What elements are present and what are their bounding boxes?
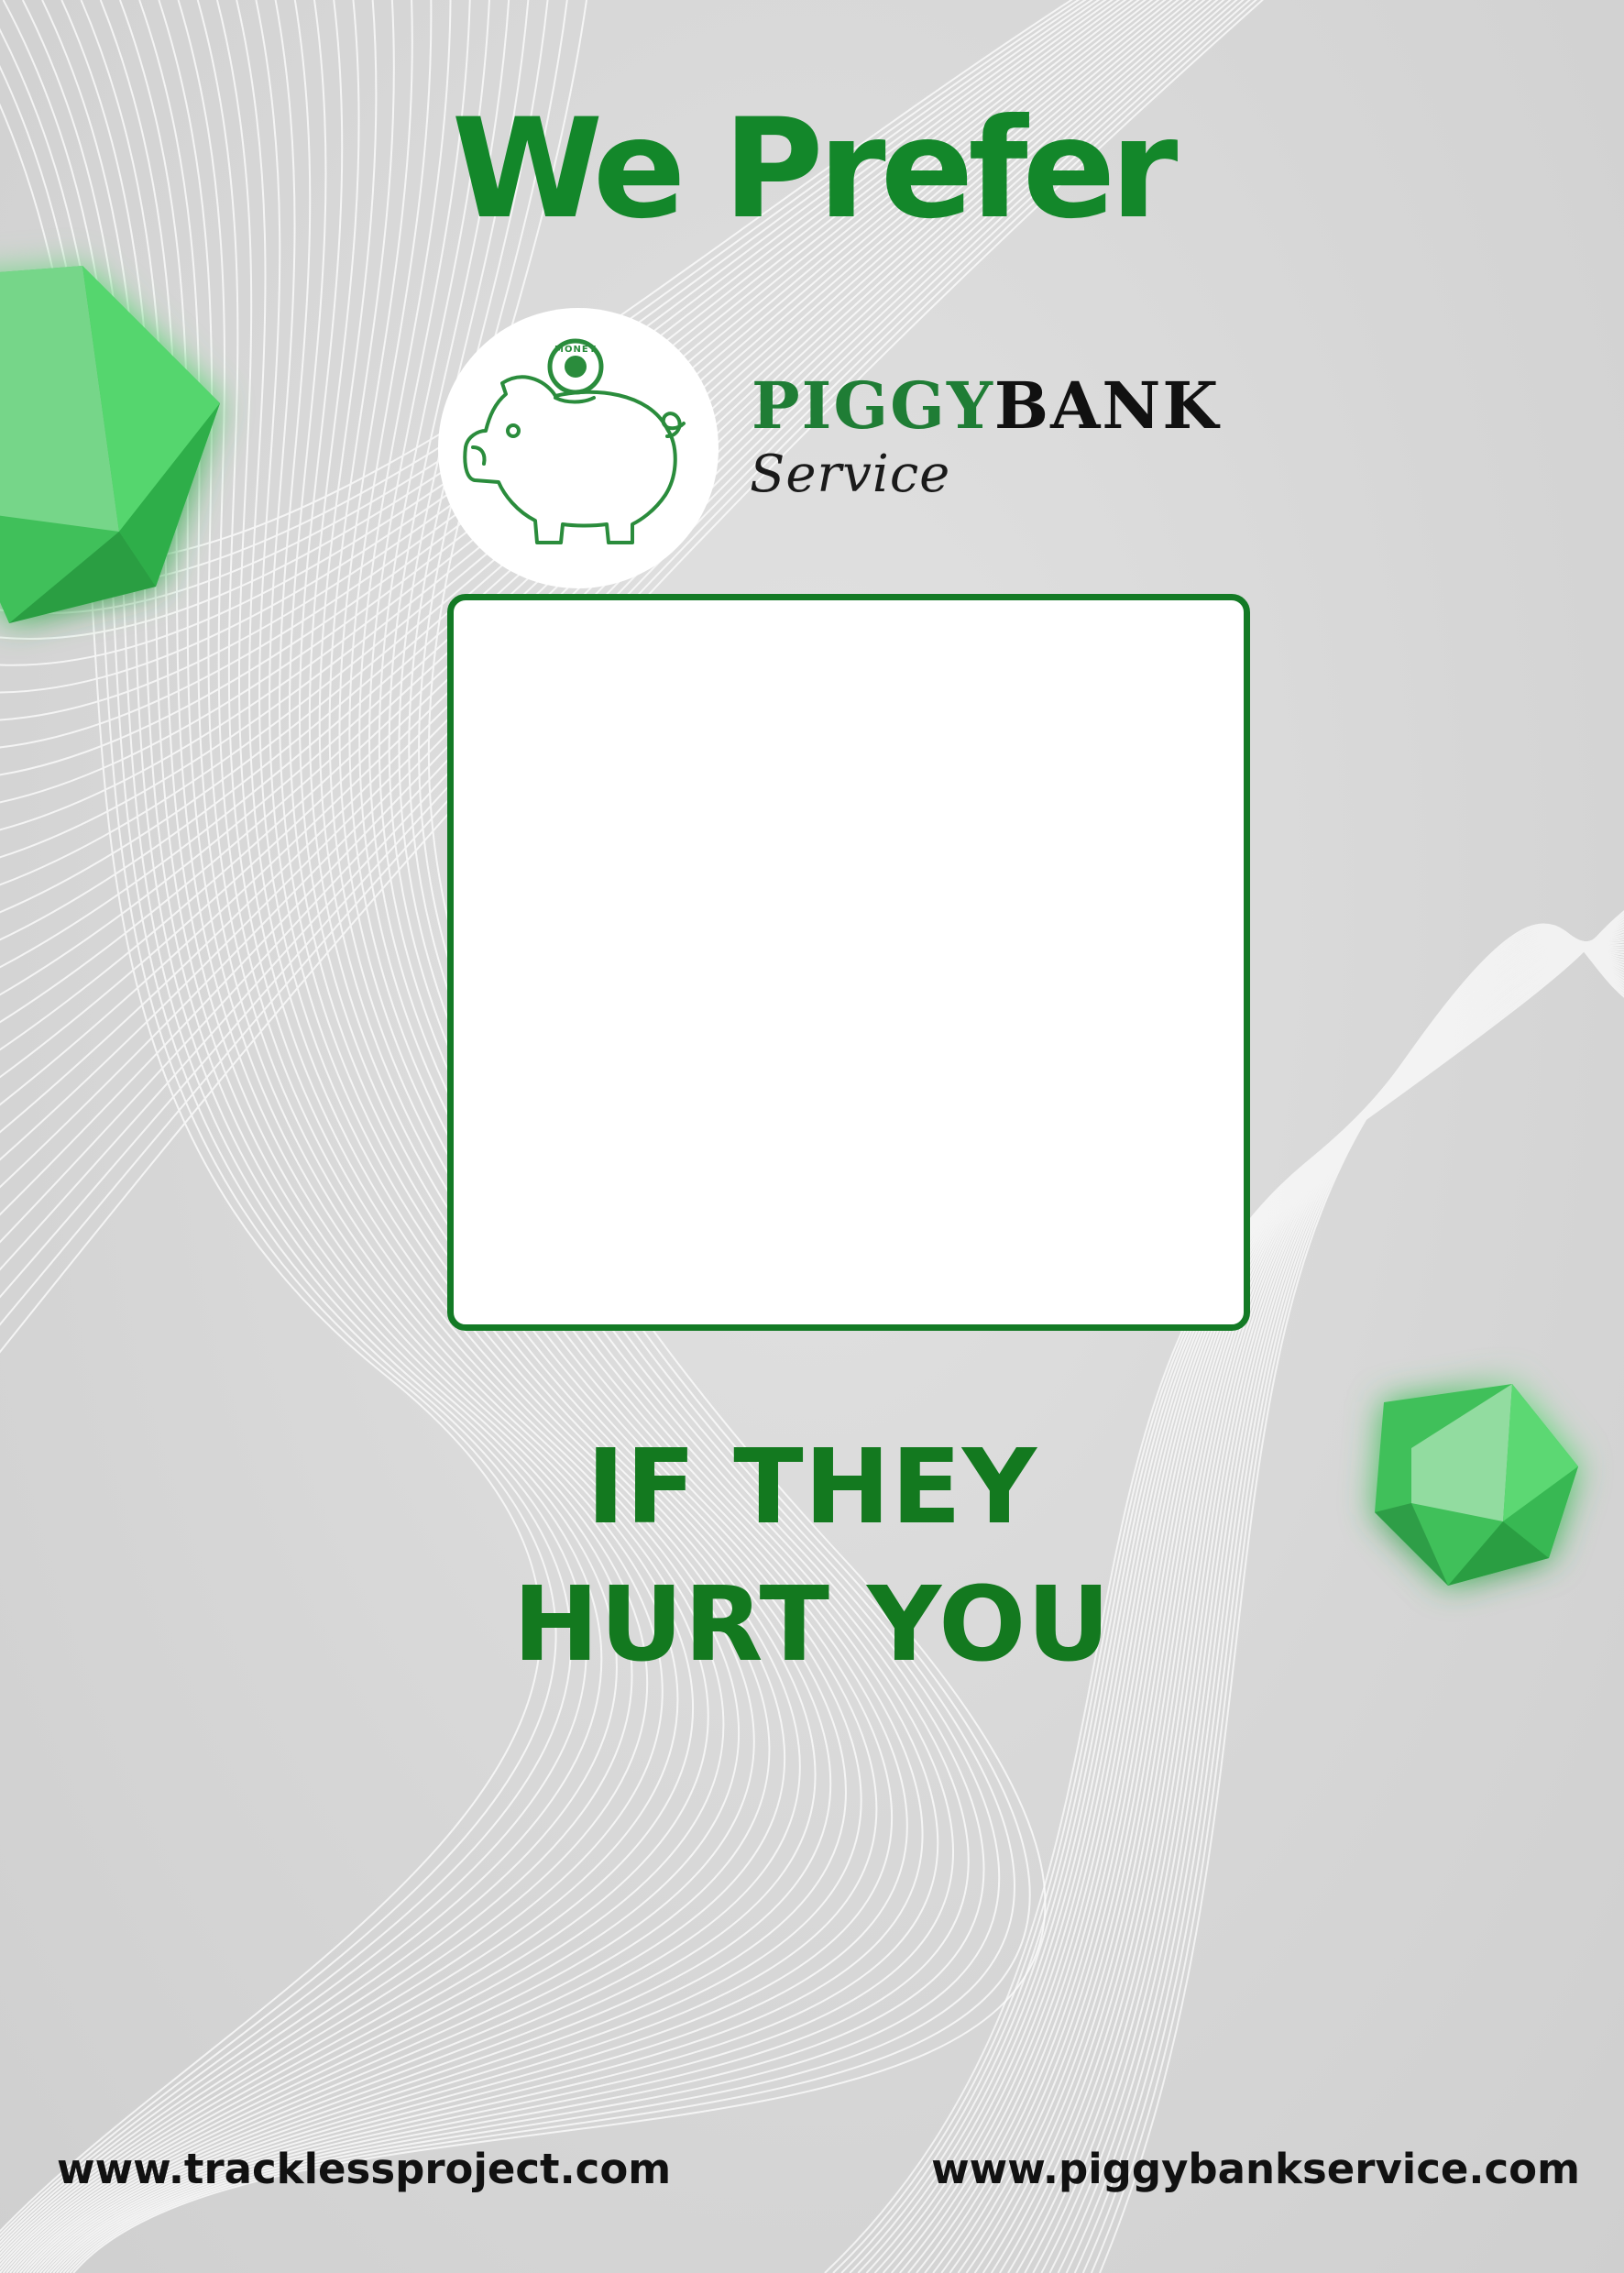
brand-name-green: PIGGY <box>752 368 994 444</box>
tagline-line-1: IF THEY <box>587 1428 1037 1547</box>
headline: We Prefer <box>451 90 1179 249</box>
footer-url-left[interactable]: www.tracklessproject.com <box>57 2148 671 2190</box>
tagline: IF THEY HURT YOU <box>0 1419 1624 1694</box>
coin-text: MONEY <box>554 345 597 355</box>
photo-placeholder-frame <box>447 594 1250 1331</box>
brand-name: PIGGYBANK <box>752 374 1220 438</box>
brand-name-dark: BANK <box>993 368 1221 444</box>
tagline-line-2: HURT YOU <box>512 1565 1112 1685</box>
poster: We Prefer MONEY PIGGYBANK Service IF THE… <box>0 0 1624 2273</box>
piggy-bank-logo: MONEY <box>438 308 719 588</box>
piggy-bank-icon: MONEY <box>463 338 686 544</box>
brand-subtitle: Service <box>750 445 951 504</box>
footer-url-right[interactable]: www.piggybankservice.com <box>931 2148 1580 2190</box>
